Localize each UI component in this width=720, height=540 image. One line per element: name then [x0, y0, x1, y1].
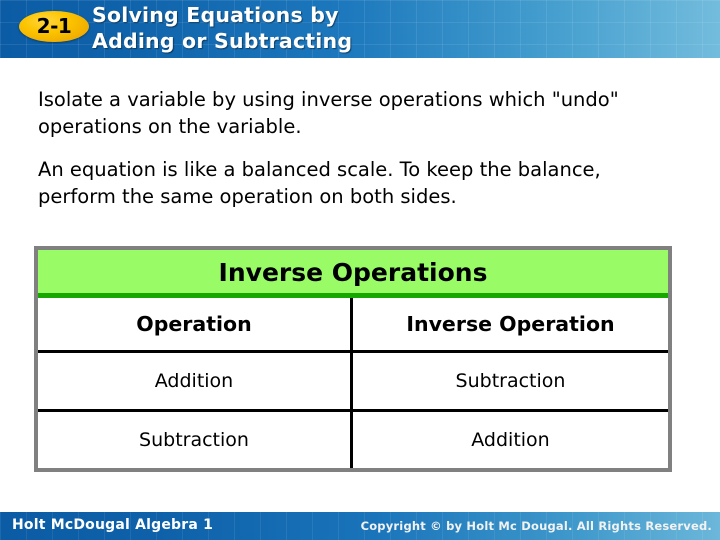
lesson-number-label: 2-1 [36, 14, 72, 38]
table-cell-operation-1-label: Addition [154, 370, 234, 392]
paragraph-isolate-variable: Isolate a variable by using inverse oper… [38, 88, 619, 138]
table-header-row: Operation Inverse Operation [38, 298, 668, 350]
table-title: Inverse Operations [38, 250, 668, 298]
page-title: Solving Equations by Adding or Subtracti… [92, 2, 652, 54]
table-column-header-operation-label: Operation [136, 312, 252, 336]
slide-footer: Holt McDougal Algebra 1 Copyright © by H… [0, 512, 720, 540]
slide-header: 2-1 Solving Equations by Adding or Subtr… [0, 0, 720, 58]
table-cell-operation-2-label: Subtraction [139, 429, 249, 451]
table-cell-inverse-1: Subtraction [353, 353, 668, 409]
footer-copyright: Copyright © by Holt Mc Dougal. All Right… [360, 519, 712, 533]
paragraph-balanced-scale: An equation is like a balanced scale. To… [38, 158, 601, 208]
table-cell-inverse-2-label: Addition [471, 429, 550, 451]
table-cell-operation-1: Addition [38, 353, 353, 409]
table-row: Subtraction Addition [38, 409, 668, 468]
table-row: Addition Subtraction [38, 350, 668, 409]
page-title-line-1: Solving Equations by [92, 3, 339, 27]
table-column-header-inverse-operation: Inverse Operation [353, 298, 668, 350]
lesson-number-badge: 2-1 [19, 11, 89, 42]
table-cell-inverse-1-label: Subtraction [455, 370, 566, 392]
inverse-operations-table: Inverse Operations Operation Inverse Ope… [34, 246, 672, 472]
footer-book-title: Holt McDougal Algebra 1 [12, 517, 214, 533]
table-column-header-operation: Operation [38, 298, 353, 350]
page-title-line-2: Adding or Subtracting [92, 29, 353, 53]
table-column-header-inverse-operation-label: Inverse Operation [406, 312, 615, 336]
table-cell-operation-2: Subtraction [38, 412, 353, 468]
table-cell-inverse-2: Addition [353, 412, 668, 468]
